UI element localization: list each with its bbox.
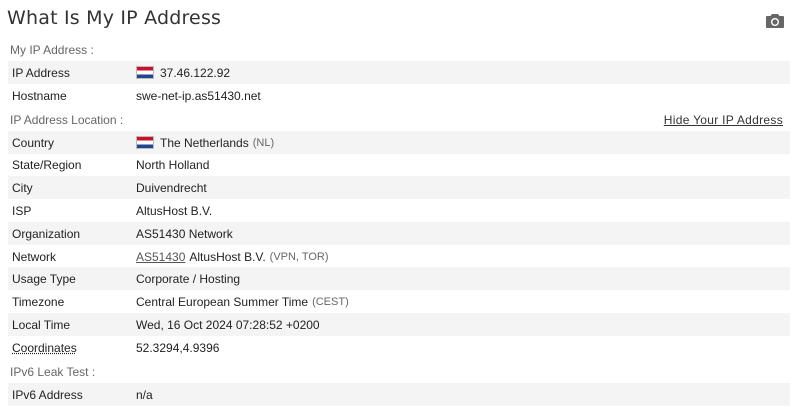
my-ip-section-header: My IP Address : — [8, 38, 790, 61]
hostname-row: Hostname swe-net-ip.as51430.net — [8, 84, 790, 107]
timezone-value: Central European Summer Time — [136, 294, 309, 309]
timezone-row: Timezone Central European Summer Time (C… — [8, 290, 790, 313]
network-name: AltusHost B.V. — [189, 249, 266, 264]
coordinates-value: 52.3294,4.9396 — [136, 340, 220, 355]
state-label: State/Region — [12, 157, 82, 172]
ipv6-address-value: n/a — [136, 387, 153, 402]
isp-value: AltusHost B.V. — [136, 203, 213, 218]
ipv6-address-label: IPv6 Address — [12, 387, 83, 402]
hide-ip-link[interactable]: Hide Your IP Address — [664, 113, 783, 127]
local-time-label: Local Time — [12, 317, 71, 332]
coordinates-row: Coordinates 52.3294,4.9396 — [8, 336, 790, 359]
netherlands-flag-icon — [136, 136, 154, 149]
state-row: State/Region North Holland — [8, 153, 790, 176]
usage-type-row: Usage Type Corporate / Hosting — [8, 267, 790, 290]
camera-icon[interactable] — [766, 13, 784, 28]
timezone-abbr: (CEST) — [312, 295, 349, 308]
usage-type-label: Usage Type — [12, 271, 76, 286]
ip-address-row: IP Address 37.46.122.92 — [8, 61, 790, 84]
local-time-value: Wed, 16 Oct 2024 07:28:52 +0200 — [136, 317, 320, 332]
country-value: The Netherlands — [160, 135, 249, 150]
hostname-value: swe-net-ip.as51430.net — [136, 88, 261, 103]
usage-type-value: Corporate / Hosting — [136, 271, 241, 286]
coordinates-label-cell: Coordinates — [8, 341, 136, 355]
isp-row: ISP AltusHost B.V. — [8, 199, 790, 222]
page-title: What Is My IP Address — [7, 7, 222, 29]
network-as-link[interactable]: AS51430 — [136, 250, 185, 264]
city-value: Duivendrecht — [136, 180, 207, 195]
location-section-header: IP Address Location : Hide Your IP Addre… — [8, 108, 790, 131]
timezone-label: Timezone — [12, 294, 65, 309]
my-ip-section-label: My IP Address : — [10, 42, 94, 57]
network-label: Network — [12, 249, 57, 264]
ipv6-section-header: IPv6 Leak Test : — [8, 360, 790, 383]
netherlands-flag-icon — [136, 66, 154, 79]
ipv6-section-label: IPv6 Leak Test : — [10, 364, 96, 379]
state-value: North Holland — [136, 157, 210, 172]
country-row: Country The Netherlands (NL) — [8, 131, 790, 154]
hostname-label: Hostname — [12, 88, 67, 103]
isp-label: ISP — [12, 203, 32, 218]
country-code: (NL) — [252, 136, 275, 149]
ip-address-label: IP Address — [12, 65, 70, 80]
network-row: Network AS51430 AltusHost B.V. (VPN, TOR… — [8, 245, 790, 268]
organization-label: Organization — [12, 226, 81, 241]
country-label: Country — [12, 135, 55, 150]
city-label: City — [12, 180, 33, 195]
location-section-label: IP Address Location : — [10, 112, 124, 127]
local-time-row: Local Time Wed, 16 Oct 2024 07:28:52 +02… — [8, 313, 790, 336]
organization-row: Organization AS51430 Network — [8, 222, 790, 245]
city-row: City Duivendrecht — [8, 176, 790, 199]
ip-lookup-page: What Is My IP Address My IP Address : IP… — [0, 0, 800, 411]
ipv6-address-row: IPv6 Address n/a — [8, 383, 790, 406]
organization-value: AS51430 Network — [136, 226, 233, 241]
coordinates-label[interactable]: Coordinates — [12, 341, 77, 355]
network-tags: (VPN, TOR) — [269, 250, 329, 263]
ip-address-value: 37.46.122.92 — [160, 65, 231, 80]
